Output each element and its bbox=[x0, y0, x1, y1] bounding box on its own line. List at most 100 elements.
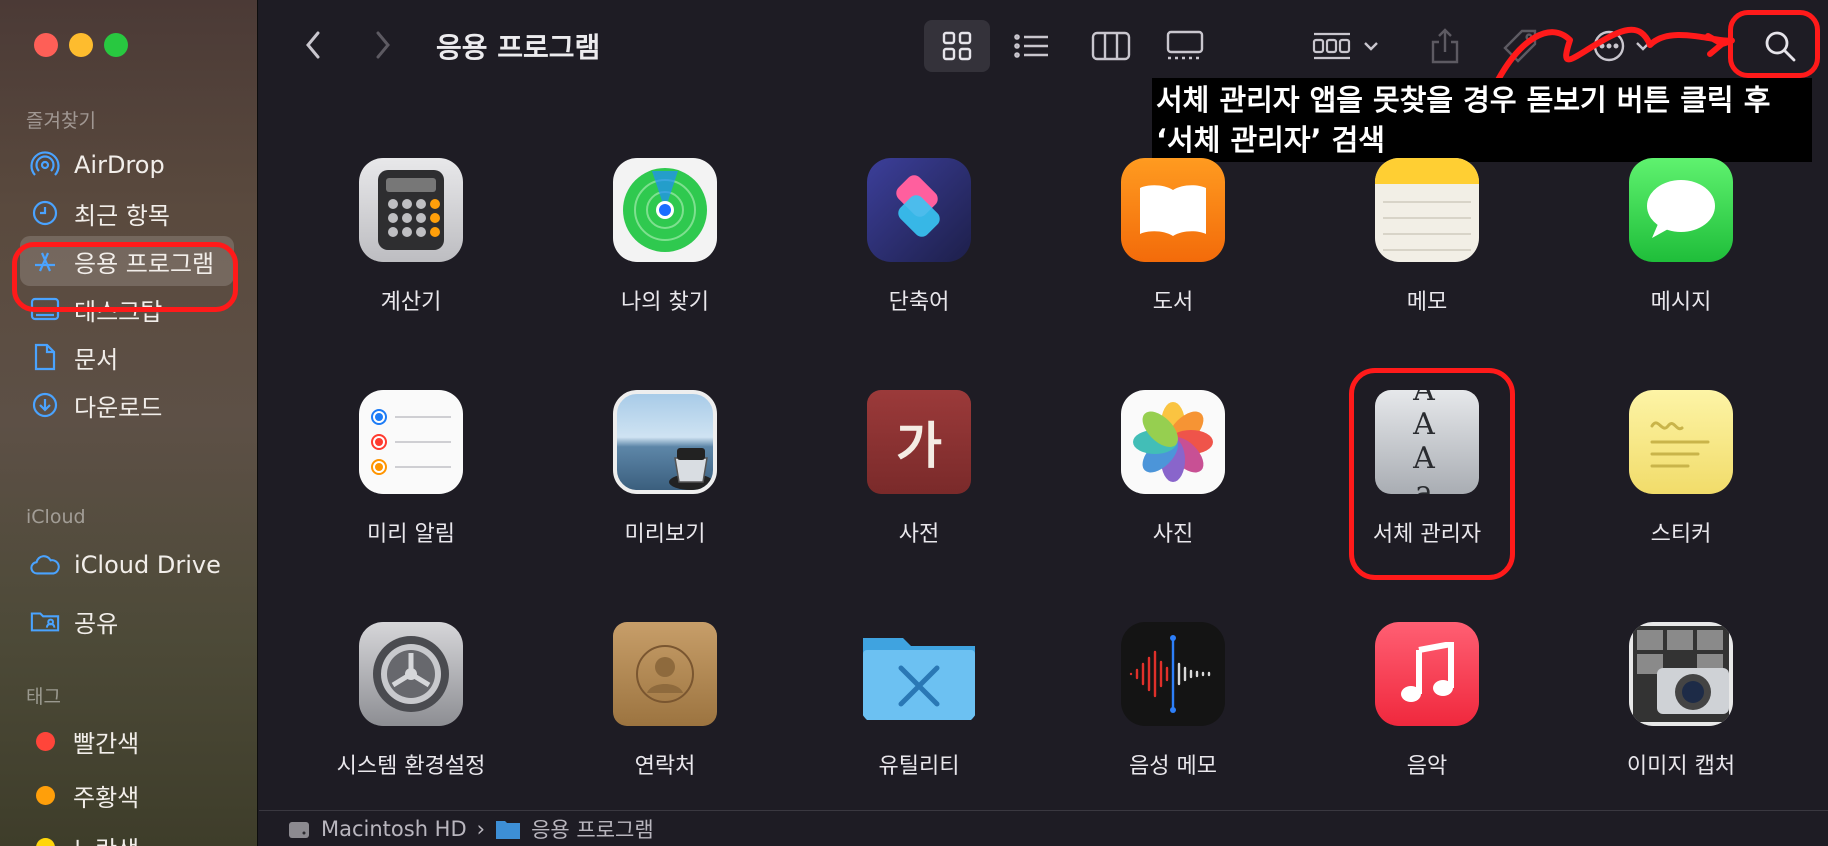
tags-header: 태그 bbox=[26, 686, 61, 708]
app-item[interactable]: 도서 bbox=[1046, 158, 1300, 316]
gallery-view-icon bbox=[1166, 30, 1204, 60]
sidebar-item-tag-red[interactable]: 빨간색 bbox=[20, 716, 234, 766]
app-label: 음성 메모 bbox=[1129, 754, 1217, 779]
sidebar-item-label: 노란색 bbox=[73, 830, 139, 846]
minimize-window-button[interactable] bbox=[69, 33, 93, 57]
app-label: 연락처 bbox=[634, 754, 696, 779]
annotation-line-1: 서체 관리자 앱을 못찾을 경우 돋보기 버튼 클릭 후 bbox=[1156, 83, 1771, 117]
app-item[interactable]: 메시지 bbox=[1554, 158, 1808, 316]
highlight-box-search bbox=[1728, 10, 1820, 78]
app-item[interactable]: 메모 bbox=[1300, 158, 1554, 316]
contacts-icon bbox=[613, 622, 717, 726]
sidebar-item-label: 문서 bbox=[74, 345, 119, 374]
sidebar-item-tag-orange[interactable]: 주황색 bbox=[20, 770, 234, 820]
sidebar-item-recents[interactable]: 최근 항목 bbox=[20, 188, 234, 238]
hard-disk-icon bbox=[289, 821, 309, 838]
group-by-button[interactable] bbox=[1306, 20, 1386, 72]
music-icon bbox=[1375, 622, 1479, 726]
notes-icon bbox=[1375, 158, 1479, 262]
app-item[interactable]: 시스템 환경설정 bbox=[284, 622, 538, 780]
photos-icon bbox=[1121, 390, 1225, 494]
preview-icon bbox=[613, 390, 717, 494]
app-item[interactable]: 단축어 bbox=[792, 158, 1046, 316]
app-item[interactable]: 계산기 bbox=[284, 158, 538, 316]
column-view-button[interactable] bbox=[1080, 20, 1142, 72]
sidebar-item-airdrop[interactable]: AirDrop bbox=[20, 140, 234, 190]
app-label: 시스템 환경설정 bbox=[336, 754, 486, 779]
cloud-icon bbox=[30, 550, 60, 580]
dictionary-icon: 가 bbox=[867, 390, 971, 494]
app-item[interactable]: 이미지 캡처 bbox=[1554, 622, 1808, 780]
app-item[interactable]: 미리 알림 bbox=[284, 390, 538, 548]
sidebar: 즐겨찾기 AirDrop 최근 항목 응용 프로그램 데스크탑 문서 다운로드 bbox=[0, 0, 258, 846]
list-view-button[interactable] bbox=[1000, 20, 1062, 72]
chevron-down-icon bbox=[1364, 42, 1378, 51]
app-item[interactable]: 나의 찾기 bbox=[538, 158, 792, 316]
app-item[interactable]: 유틸리티 bbox=[792, 622, 1046, 780]
dictionary-glyph: 가 bbox=[896, 416, 942, 475]
sidebar-item-icloud-drive[interactable]: iCloud Drive bbox=[20, 540, 234, 590]
shared-folder-icon bbox=[30, 606, 60, 636]
app-label: 음악 bbox=[1406, 754, 1448, 779]
close-window-button[interactable] bbox=[34, 33, 58, 57]
app-label: 사전 bbox=[898, 522, 940, 547]
app-item[interactable]: 음악 bbox=[1300, 622, 1554, 780]
reminders-icon bbox=[359, 390, 463, 494]
favorites-header: 즐겨찾기 bbox=[26, 110, 96, 132]
document-icon bbox=[30, 342, 60, 372]
messages-icon bbox=[1629, 158, 1733, 262]
app-item[interactable]: 사진 bbox=[1046, 390, 1300, 548]
stickies-icon bbox=[1629, 390, 1733, 494]
sidebar-item-tag-yellow[interactable]: 노란색 bbox=[20, 822, 234, 846]
sidebar-item-label: AirDrop bbox=[74, 151, 165, 179]
icloud-header: iCloud bbox=[26, 506, 86, 528]
path-folder[interactable]: 응용 프로그램 bbox=[531, 814, 654, 844]
image-capture-icon bbox=[1629, 622, 1733, 726]
group-by-icon bbox=[1312, 32, 1351, 60]
sidebar-item-label: iCloud Drive bbox=[74, 551, 221, 579]
chevron-right-icon bbox=[376, 31, 390, 59]
applications-folder-icon bbox=[496, 820, 521, 839]
app-item[interactable]: 가 사전 bbox=[792, 390, 1046, 548]
annotation-note: 서체 관리자 앱을 못찾을 경우 돋보기 버튼 클릭 후 ‘서체 관리자’ 검색 bbox=[1152, 78, 1812, 162]
sidebar-item-label: 빨간색 bbox=[73, 729, 140, 758]
window-controls bbox=[34, 33, 128, 57]
clock-icon bbox=[30, 198, 60, 228]
utilities-folder-icon bbox=[859, 622, 979, 726]
forward-button[interactable] bbox=[365, 24, 401, 66]
sidebar-item-downloads[interactable]: 다운로드 bbox=[20, 380, 234, 430]
shortcuts-icon bbox=[867, 158, 971, 262]
find-my-icon bbox=[613, 158, 717, 262]
download-icon bbox=[30, 390, 60, 420]
app-label: 스티커 bbox=[1650, 522, 1712, 547]
app-label: 나의 찾기 bbox=[621, 290, 709, 315]
app-label: 메시지 bbox=[1650, 290, 1712, 315]
zoom-window-button[interactable] bbox=[104, 33, 128, 57]
app-item[interactable]: 미리보기 bbox=[538, 390, 792, 548]
chevron-left-icon bbox=[306, 31, 320, 59]
calculator-icon bbox=[359, 158, 463, 262]
icon-view-button[interactable] bbox=[924, 20, 990, 72]
gallery-view-button[interactable] bbox=[1154, 20, 1216, 72]
sidebar-item-documents[interactable]: 문서 bbox=[20, 332, 234, 382]
share-button[interactable] bbox=[1420, 20, 1470, 72]
app-label: 도서 bbox=[1152, 290, 1194, 315]
sidebar-item-label: 다운로드 bbox=[74, 393, 163, 422]
app-item[interactable]: 스티커 bbox=[1554, 390, 1808, 548]
sidebar-item-shared[interactable]: 공유 bbox=[20, 596, 234, 646]
app-label: 이미지 캡처 bbox=[1626, 754, 1736, 779]
back-button[interactable] bbox=[295, 24, 331, 66]
app-item[interactable]: 연락처 bbox=[538, 622, 792, 780]
sidebar-item-label: 공유 bbox=[74, 609, 119, 638]
sidebar-item-label: 주황색 bbox=[73, 783, 140, 812]
app-label: 미리보기 bbox=[624, 522, 706, 547]
path-separator: › bbox=[476, 816, 486, 841]
app-label: 계산기 bbox=[380, 290, 442, 315]
window-title: 응용 프로그램 bbox=[436, 31, 601, 64]
path-disk[interactable]: Macintosh HD bbox=[321, 817, 467, 841]
orange-tag-dot-icon bbox=[36, 785, 55, 805]
app-label: 미리 알림 bbox=[367, 522, 455, 547]
app-item[interactable]: 음성 메모 bbox=[1046, 622, 1300, 780]
red-tag-dot-icon bbox=[36, 731, 55, 751]
yellow-tag-dot-icon bbox=[36, 837, 55, 846]
